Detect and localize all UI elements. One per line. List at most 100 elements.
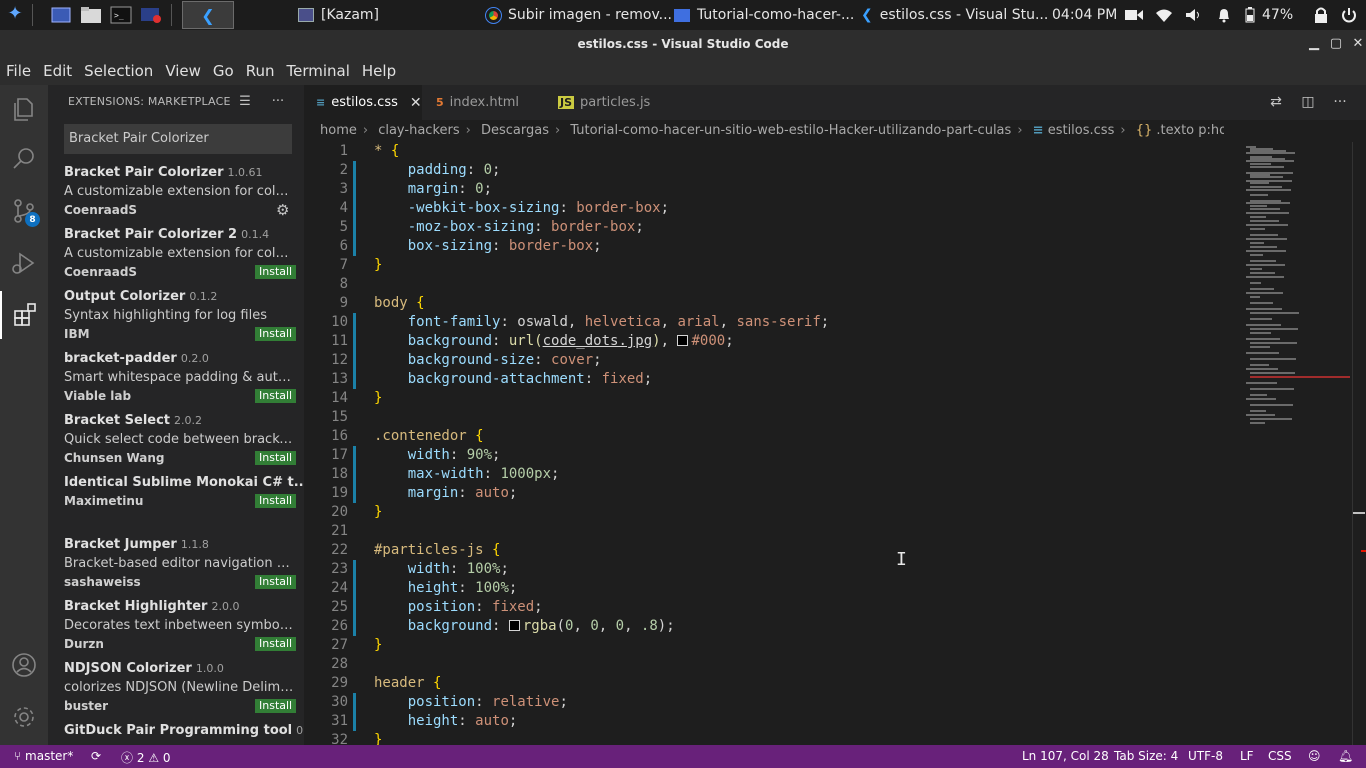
extensions-icon[interactable]	[0, 291, 48, 339]
install-button[interactable]: Install	[255, 451, 297, 465]
extension-item[interactable]: Bracket Highlighter 2.0.0 Decorates text i…	[64, 599, 297, 661]
wifi-icon[interactable]	[1154, 0, 1174, 30]
tab-size[interactable]: Tab Size: 4	[1114, 749, 1178, 763]
problems-indicator[interactable]: ⓧ 2 ⚠ 0	[121, 749, 171, 766]
split-editor-icon[interactable]: ◫	[1298, 92, 1318, 112]
install-button[interactable]: Install	[255, 389, 297, 403]
notifications-icon[interactable]	[1214, 0, 1234, 30]
code-line[interactable]: 8	[304, 275, 1234, 294]
code-line[interactable]: 4 -webkit-box-sizing: border-box;	[304, 199, 1234, 218]
code-line[interactable]: 14}	[304, 389, 1234, 408]
feedback-icon[interactable]: ☺	[1308, 749, 1321, 763]
source-control-icon[interactable]: 8	[0, 187, 48, 235]
extension-item[interactable]: Bracket Jumper 1.1.8 Bracket-based editor …	[64, 537, 297, 599]
breadcrumb-item[interactable]: Descargas	[481, 123, 549, 138]
menu-go[interactable]: Go	[207, 59, 240, 85]
accounts-icon[interactable]	[0, 641, 48, 689]
extension-search-input[interactable]: Bracket Pair Colorizer	[64, 124, 292, 154]
install-button[interactable]: Install	[255, 327, 297, 341]
power-icon[interactable]	[1339, 0, 1359, 30]
code-line[interactable]: 21	[304, 522, 1234, 541]
vscode-launcher[interactable]: ❮	[182, 1, 234, 29]
extension-item[interactable]: Bracket Pair Colorizer 1.0.61 A customizab…	[64, 165, 294, 227]
code-line[interactable]: 19 margin: auto;	[304, 484, 1234, 503]
code-line[interactable]: 7}	[304, 256, 1234, 275]
task-kazam[interactable]: [Kazam]	[298, 1, 379, 29]
breadcrumb-item[interactable]: estilos.css	[1048, 123, 1115, 138]
install-button[interactable]: Install	[255, 575, 297, 589]
cursor-position[interactable]: Ln 107, Col 28	[1022, 749, 1109, 763]
menu-selection[interactable]: Selection	[78, 59, 159, 85]
code-line[interactable]: 17 width: 90%;	[304, 446, 1234, 465]
minimize-icon[interactable]: ▁	[1307, 36, 1321, 51]
extension-item[interactable]: Identical Sublime Monokai C# t...0.11.1 M…	[64, 475, 304, 537]
code-line[interactable]: 29 header {	[304, 674, 1234, 693]
breadcrumb-item[interactable]: Tutorial-como-hacer-un-sitio-web-estilo-…	[570, 123, 1011, 138]
code-line[interactable]: 20}	[304, 503, 1234, 522]
code-line[interactable]: 25 position: fixed;	[304, 598, 1234, 617]
extension-item[interactable]: Bracket Select 2.0.2 Quick select code bet…	[64, 413, 297, 475]
code-line[interactable]: 15	[304, 408, 1234, 427]
code-line[interactable]: 18 max-width: 1000px;	[304, 465, 1234, 484]
extension-item[interactable]: GitDuck Pair Programming tool0.1.9	[64, 723, 304, 745]
language-mode[interactable]: CSS	[1268, 749, 1292, 763]
line-ending[interactable]: LF	[1240, 749, 1254, 763]
code-line[interactable]: 10 font-family: oswald, helvetica, arial…	[304, 313, 1234, 332]
tab-estilos-css[interactable]: ≡ estilos.css ✕	[304, 85, 422, 120]
battery-icon[interactable]	[1242, 0, 1258, 30]
code-line[interactable]: 12 background-size: cover;	[304, 351, 1234, 370]
color-swatch[interactable]	[508, 620, 520, 631]
code-line[interactable]: 26 background: rgba(0, 0, 0, .8);	[304, 617, 1234, 636]
install-button[interactable]: Install	[255, 637, 297, 651]
editor-more-icon[interactable]: ···	[1330, 92, 1350, 112]
tab-particles-js[interactable]: JS particles.js	[546, 85, 670, 120]
code-line[interactable]: 32}	[304, 731, 1234, 745]
code-line[interactable]: 31 height: auto;	[304, 712, 1234, 731]
more-actions-icon[interactable]: ···	[269, 93, 287, 109]
install-button[interactable]: Install	[255, 265, 297, 279]
code-line[interactable]: 30 position: relative;	[304, 693, 1234, 712]
kali-menu-icon[interactable]: ✦	[4, 3, 26, 24]
menu-terminal[interactable]: Terminal	[281, 59, 356, 85]
maximize-icon[interactable]: ▢	[1329, 36, 1343, 51]
task-chrome[interactable]: Subir imagen - remov...	[485, 1, 672, 29]
code-line[interactable]: 2 padding: 0;	[304, 161, 1234, 180]
task-vscode[interactable]: ❮ estilos.css - Visual Stu...	[861, 1, 1048, 29]
open-changes-icon[interactable]: ⇄	[1266, 92, 1286, 112]
screen-recorder-icon[interactable]	[140, 5, 162, 25]
vertical-scrollbar[interactable]	[1352, 142, 1366, 745]
breadcrumb-item[interactable]: .texto p:hover	[1156, 123, 1224, 138]
menu-file[interactable]: File	[0, 59, 37, 85]
volume-icon[interactable]	[1184, 0, 1204, 30]
extension-item[interactable]: NDJSON Colorizer 1.0.0 colorizes NDJSON (N…	[64, 661, 297, 723]
code-line[interactable]: 23 width: 100%;	[304, 560, 1234, 579]
code-line[interactable]: 22 #particles-js {	[304, 541, 1234, 560]
camera-icon[interactable]	[1124, 0, 1144, 30]
extension-item[interactable]: Bracket Pair Colorizer 2 0.1.4 A customiza…	[64, 227, 297, 289]
terminal-icon[interactable]: >_	[110, 5, 132, 25]
sync-icon[interactable]: ⟳	[91, 749, 101, 763]
branch-indicator[interactable]: ⑂ master*	[14, 749, 73, 763]
code-line[interactable]: 9 body {	[304, 294, 1234, 313]
install-button[interactable]: Install	[255, 494, 297, 508]
run-debug-icon[interactable]	[0, 239, 48, 287]
code-line[interactable]: 16 .contenedor {	[304, 427, 1234, 446]
code-line[interactable]: 28	[304, 655, 1234, 674]
breadcrumb-item[interactable]: clay-hackers	[378, 123, 459, 138]
show-desktop-icon[interactable]	[50, 5, 72, 25]
notifications-bell-icon[interactable]: 🔔︎	[1338, 749, 1353, 763]
file-manager-icon[interactable]	[80, 5, 102, 25]
code-line[interactable]: 11 background: url(code_dots.jpg), #000;	[304, 332, 1234, 351]
color-swatch[interactable]	[677, 335, 689, 346]
filter-list-icon[interactable]: ☰	[236, 93, 254, 109]
code-line[interactable]: 1 * {	[304, 142, 1234, 161]
install-button[interactable]: Install	[255, 699, 297, 713]
explorer-icon[interactable]	[0, 85, 48, 133]
minimap[interactable]	[1238, 142, 1352, 745]
extension-item[interactable]: Output Colorizer 0.1.2 Syntax highlighting…	[64, 289, 297, 351]
code-editor[interactable]: 1 * {2 padding: 0; 3 margin: 0; 4 -webkit-b…	[304, 142, 1238, 745]
tab-index-html[interactable]: 5 index.html	[424, 85, 544, 120]
close-icon[interactable]: ✕	[1351, 36, 1365, 51]
clock[interactable]: 04:04 PM	[1052, 1, 1117, 29]
code-line[interactable]: 27}	[304, 636, 1234, 655]
